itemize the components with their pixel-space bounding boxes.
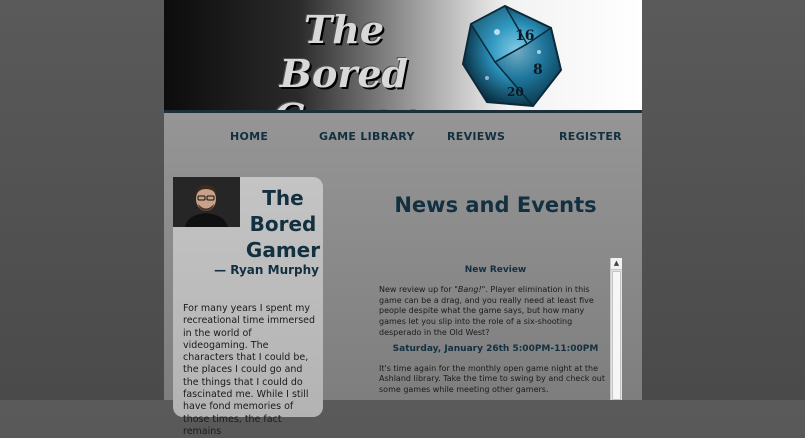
profile-card: The Bored Gamer — Ryan Murphy For many y…	[173, 177, 323, 437]
site-logo[interactable]: The Bored Gamer	[244, 7, 444, 111]
main-nav: HOME GAME LIBRARY REVIEWS REGISTER	[164, 130, 642, 150]
dice-image: 16 8 20	[461, 4, 563, 108]
svg-text:16: 16	[515, 28, 534, 44]
nav-game-library[interactable]: GAME LIBRARY	[319, 130, 415, 143]
news-scrollbar[interactable]: ▲	[610, 258, 622, 400]
scrollbar-thumb[interactable]	[612, 271, 621, 400]
avatar	[173, 177, 240, 227]
nav-home[interactable]: HOME	[230, 130, 268, 143]
profile-byline: — Ryan Murphy	[214, 263, 319, 277]
avatar-photo	[173, 177, 240, 227]
profile-name: The Bored Gamer	[243, 185, 323, 263]
news-item-body-prefix: New review up for	[379, 284, 455, 294]
profile-name-line-1: The	[262, 186, 304, 210]
news-feed: New Review New review up for "Bang!". Pl…	[379, 262, 612, 401]
profile-bio: For many years I spent my recreational t…	[183, 303, 316, 437]
header-divider	[164, 110, 642, 113]
nav-reviews[interactable]: REVIEWS	[447, 130, 505, 143]
header-banner: The Bored Gamer 16 8 20	[164, 0, 642, 110]
profile-name-line-3: Gamer	[245, 238, 321, 262]
svg-text:20: 20	[507, 85, 524, 99]
logo-line-2: Gamer	[244, 96, 444, 111]
logo-line-1: The Bored	[279, 7, 409, 96]
game-link[interactable]: "Bang!"	[454, 285, 485, 294]
profile-name-line-2: Bored	[249, 212, 317, 236]
page-container: The Bored Gamer 16 8 20 HOME GAME LI	[164, 0, 642, 437]
nav-register[interactable]: REGISTER	[559, 130, 622, 143]
event-body: It's time again for the monthly open gam…	[379, 363, 605, 395]
news-item-body: New review up for "Bang!". Player elimin…	[379, 285, 612, 339]
arrow-up-icon[interactable]: ▲	[611, 258, 622, 270]
event-title: Saturday, January 26th 5:00PM-11:00PM	[392, 343, 599, 354]
page-title: News and Events	[394, 193, 597, 217]
news-item-title: New Review	[464, 265, 527, 275]
svg-text:8: 8	[533, 62, 543, 78]
